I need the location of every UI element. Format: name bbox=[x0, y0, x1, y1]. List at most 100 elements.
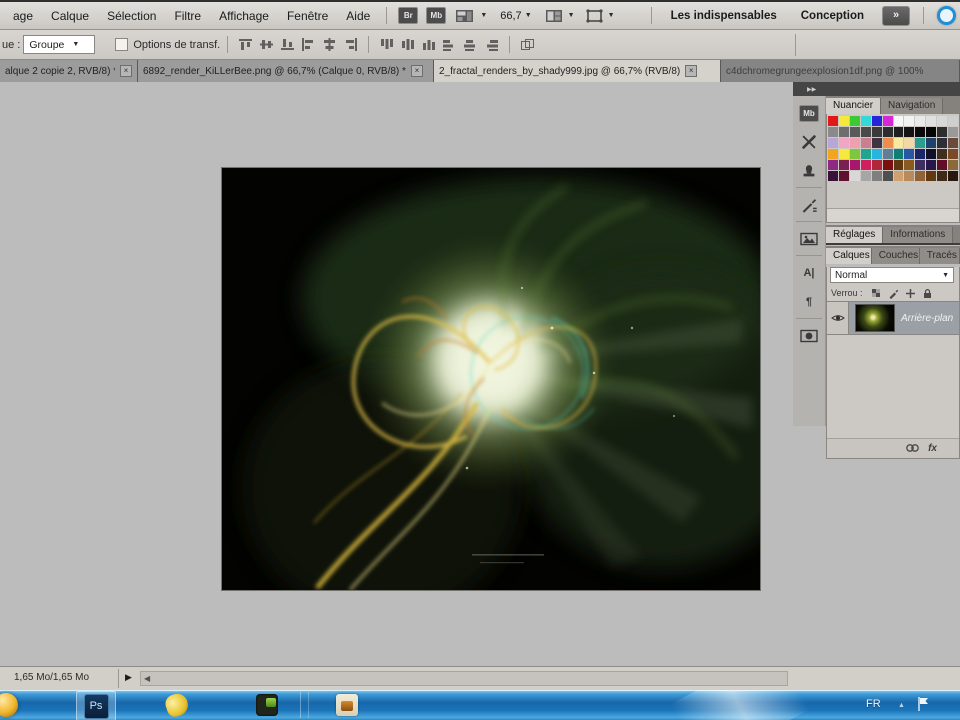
color-swatch[interactable] bbox=[915, 138, 926, 148]
color-swatch[interactable] bbox=[838, 171, 849, 181]
color-swatch[interactable] bbox=[828, 127, 838, 137]
color-swatch[interactable] bbox=[937, 171, 948, 181]
workspace-overflow-button[interactable]: » bbox=[882, 5, 910, 26]
color-swatch[interactable] bbox=[882, 127, 893, 137]
layer-thumbnail[interactable] bbox=[855, 304, 895, 332]
taskbar-app-icon-camera[interactable] bbox=[256, 694, 278, 716]
distribute-bottom-edges-icon[interactable] bbox=[420, 37, 437, 52]
document-tab[interactable]: 2_fractal_renders_by_shady999.jpg @ 66,7… bbox=[434, 60, 721, 82]
layer-effects-icon[interactable]: fx bbox=[928, 443, 937, 454]
color-swatch[interactable] bbox=[937, 160, 948, 170]
document-tab[interactable]: 6892_render_KiLLerBee.png @ 66,7% (Calqu… bbox=[138, 60, 434, 82]
color-swatch[interactable] bbox=[893, 138, 904, 148]
mini-bridge-icon[interactable]: Mb bbox=[797, 101, 821, 125]
color-swatch[interactable] bbox=[915, 171, 926, 181]
layer-row-background[interactable]: Arrière-plan bbox=[827, 301, 959, 335]
panel-tab-couches[interactable]: Couches bbox=[871, 248, 920, 264]
arrange-documents-button[interactable]: ▼ bbox=[545, 8, 575, 24]
menu-item-slection[interactable]: Sélection bbox=[98, 9, 165, 23]
align-left-edges-icon[interactable] bbox=[300, 37, 317, 52]
color-swatch[interactable] bbox=[871, 149, 882, 159]
color-swatch[interactable] bbox=[838, 127, 849, 137]
taskbar-app-icon-case[interactable] bbox=[336, 694, 358, 716]
distribute-horizontal-centers-icon[interactable] bbox=[462, 37, 479, 52]
tool-presets-icon[interactable] bbox=[797, 130, 821, 154]
color-swatch[interactable] bbox=[882, 160, 893, 170]
color-swatch[interactable] bbox=[948, 160, 958, 170]
color-swatch[interactable] bbox=[849, 171, 860, 181]
align-right-edges-icon[interactable] bbox=[342, 37, 359, 52]
lock-position-icon[interactable] bbox=[904, 287, 917, 299]
color-swatch[interactable] bbox=[871, 171, 882, 181]
color-swatch[interactable] bbox=[904, 160, 915, 170]
align-bottom-edges-icon[interactable] bbox=[279, 37, 296, 52]
lock-pixels-icon[interactable] bbox=[887, 287, 900, 299]
color-swatch[interactable] bbox=[828, 138, 838, 148]
color-swatch[interactable] bbox=[849, 138, 860, 148]
align-top-edges-icon[interactable] bbox=[237, 37, 254, 52]
distribute-top-edges-icon[interactable] bbox=[378, 37, 395, 52]
taskbar-photoshop-button[interactable]: Ps bbox=[76, 691, 116, 720]
lock-transparency-icon[interactable] bbox=[870, 287, 883, 299]
color-swatch[interactable] bbox=[871, 116, 882, 126]
color-swatch[interactable] bbox=[871, 160, 882, 170]
color-swatch[interactable] bbox=[915, 149, 926, 159]
color-swatch[interactable] bbox=[828, 160, 838, 170]
zoom-level-dropdown[interactable]: 66,7 ▼ bbox=[500, 10, 531, 22]
color-swatch[interactable] bbox=[838, 116, 849, 126]
align-vertical-centers-icon[interactable] bbox=[258, 37, 275, 52]
document-canvas[interactable] bbox=[222, 168, 760, 590]
color-swatch[interactable] bbox=[860, 171, 871, 181]
color-swatch[interactable] bbox=[860, 127, 871, 137]
status-options-arrow[interactable]: ▶ bbox=[125, 672, 132, 683]
auto-align-layers-icon[interactable] bbox=[519, 37, 536, 52]
color-swatch[interactable] bbox=[860, 149, 871, 159]
language-indicator[interactable]: FR bbox=[866, 698, 881, 710]
paragraph-icon[interactable]: ¶ bbox=[797, 290, 821, 314]
color-swatch[interactable] bbox=[937, 127, 948, 137]
document-tab[interactable]: alque 2 copie 2, RVB/8) * × bbox=[0, 60, 138, 82]
color-swatch[interactable] bbox=[860, 116, 871, 126]
color-swatch[interactable] bbox=[828, 171, 838, 181]
distribute-left-edges-icon[interactable] bbox=[441, 37, 458, 52]
color-swatch[interactable] bbox=[882, 138, 893, 148]
color-swatch[interactable] bbox=[828, 116, 838, 126]
color-swatch[interactable] bbox=[937, 149, 948, 159]
color-swatch[interactable] bbox=[849, 116, 860, 126]
menu-item-aide[interactable]: Aide bbox=[337, 9, 379, 23]
view-extras-button[interactable]: ▼ bbox=[455, 8, 487, 24]
panel-tab-tracés[interactable]: Tracés bbox=[919, 248, 960, 264]
color-swatch[interactable] bbox=[926, 171, 937, 181]
panel-tab-navigation[interactable]: Navigation bbox=[881, 98, 944, 114]
color-swatch[interactable] bbox=[948, 149, 958, 159]
taskbar-app-icon-yellow[interactable] bbox=[163, 691, 191, 719]
color-swatch[interactable] bbox=[904, 138, 915, 148]
color-swatch[interactable] bbox=[904, 116, 915, 126]
color-swatch[interactable] bbox=[882, 171, 893, 181]
color-swatch[interactable] bbox=[871, 138, 882, 148]
color-swatch[interactable] bbox=[849, 149, 860, 159]
screen-mode-button[interactable]: ▼ bbox=[585, 8, 615, 24]
panel-tab-réglages[interactable]: Réglages bbox=[826, 227, 884, 243]
panel-tab-calques[interactable]: Calques bbox=[826, 248, 872, 264]
color-swatch[interactable] bbox=[926, 116, 937, 126]
color-swatch[interactable] bbox=[860, 138, 871, 148]
action-center-flag-icon[interactable] bbox=[916, 696, 930, 717]
menu-item-fentre[interactable]: Fenêtre bbox=[278, 9, 337, 23]
distribute-vertical-centers-icon[interactable] bbox=[399, 37, 416, 52]
color-swatch[interactable] bbox=[904, 171, 915, 181]
scroll-left-arrow[interactable]: ◀ bbox=[144, 674, 150, 683]
layer-visibility-toggle[interactable] bbox=[827, 302, 849, 334]
bridge-button[interactable]: Br bbox=[398, 7, 419, 24]
color-swatch[interactable] bbox=[849, 127, 860, 137]
masks-icon[interactable] bbox=[797, 324, 821, 348]
color-swatch[interactable] bbox=[937, 116, 948, 126]
color-swatch[interactable] bbox=[893, 149, 904, 159]
color-swatch[interactable] bbox=[828, 149, 838, 159]
color-swatch[interactable] bbox=[871, 127, 882, 137]
document-tab[interactable]: c4dchromegrungeexplosion1df.png @ 100% bbox=[721, 60, 960, 82]
color-swatch[interactable] bbox=[838, 160, 849, 170]
menu-item-calque[interactable]: Calque bbox=[42, 9, 98, 23]
color-swatch[interactable] bbox=[904, 149, 915, 159]
color-swatch[interactable] bbox=[849, 160, 860, 170]
